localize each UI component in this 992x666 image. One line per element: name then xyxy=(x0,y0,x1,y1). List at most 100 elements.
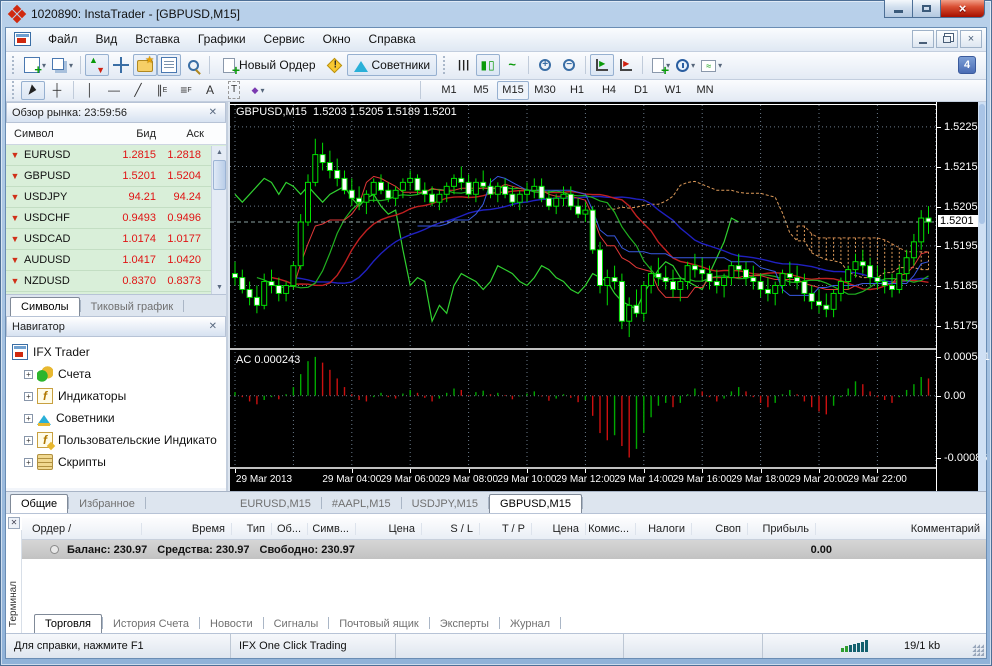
templates-button[interactable]: ≈ ▾ xyxy=(698,54,725,76)
mdi-minimize-button[interactable] xyxy=(912,30,934,48)
market-watch-scrollbar[interactable]: ▲ ▼ xyxy=(211,146,226,295)
menu-view[interactable]: Вид xyxy=(87,29,127,49)
column-ask[interactable]: Аск xyxy=(156,128,208,140)
market-watch-tab[interactable]: Символы xyxy=(10,297,80,317)
expand-icon[interactable]: + xyxy=(24,457,33,467)
market-watch-row[interactable]: ▼ EURUSD 1.2815 1.2818 xyxy=(6,145,226,167)
chart-tab[interactable]: GBPUSD,M15 xyxy=(489,494,582,514)
chart-shift-toggle[interactable]: ▶ xyxy=(614,54,638,76)
notifications-badge[interactable]: 4 xyxy=(958,55,976,74)
timeframe-m5[interactable]: M5 xyxy=(465,81,497,100)
trendline-tool[interactable]: ╱ xyxy=(126,81,150,100)
zoom-in-button[interactable]: + xyxy=(533,54,557,76)
profiles-button[interactable]: ▾ xyxy=(49,54,76,76)
one-click-trading-label[interactable]: IFX One Click Trading xyxy=(231,634,396,658)
restore-button[interactable] xyxy=(912,0,941,18)
tree-root[interactable]: IFX Trader xyxy=(12,341,226,363)
auto-scroll-toggle[interactable]: ▶ xyxy=(590,54,615,77)
terminal-tab[interactable]: Журнал xyxy=(500,615,560,633)
minimize-button[interactable] xyxy=(884,0,913,18)
timeframe-m1[interactable]: M1 xyxy=(433,81,465,100)
crosshair-tool[interactable]: ┼ xyxy=(45,81,69,100)
text-label-tool[interactable]: T xyxy=(222,81,246,100)
tree-item[interactable]: + f Индикаторы xyxy=(12,385,226,407)
cursor-tool[interactable] xyxy=(21,80,45,100)
tree-item[interactable]: + Советники xyxy=(12,407,226,429)
expand-icon[interactable]: + xyxy=(24,435,33,445)
timeframe-h1[interactable]: H1 xyxy=(561,81,593,100)
chart-tab[interactable]: #AAPL,M15 xyxy=(322,495,401,513)
chart-tab[interactable]: USDJPY,M15 xyxy=(402,495,488,513)
market-watch-toggle[interactable] xyxy=(85,54,110,77)
chart-scrollbar[interactable] xyxy=(978,102,986,492)
column-symbol[interactable]: Символ xyxy=(6,128,98,140)
terminal-column-header[interactable]: Своп xyxy=(692,522,748,535)
data-window-toggle[interactable] xyxy=(109,54,133,76)
zoom-out-button[interactable]: − xyxy=(557,54,581,76)
terminal-tab[interactable]: Торговля xyxy=(34,614,102,634)
chart-plot[interactable]: GBPUSD,M15 1.5203 1.5205 1.5189 1.5201 A… xyxy=(230,102,937,491)
terminal-column-header[interactable]: Время xyxy=(142,522,232,535)
timeframe-w1[interactable]: W1 xyxy=(657,81,689,100)
tree-item[interactable]: + f Пользовательские Индикато xyxy=(12,429,226,451)
indicators-button[interactable]: ▾ xyxy=(647,54,673,78)
terminal-column-header[interactable]: Цена xyxy=(532,522,586,535)
expand-icon[interactable]: + xyxy=(24,391,33,401)
timeframe-d1[interactable]: D1 xyxy=(625,81,657,100)
market-watch-row[interactable]: ▼EURJPY120.75120.79 xyxy=(6,292,226,294)
terminal-column-header[interactable]: Налоги xyxy=(636,522,692,535)
timeframe-h4[interactable]: H4 xyxy=(593,81,625,100)
terminal-column-header[interactable]: Об... xyxy=(272,522,308,535)
market-watch-row[interactable]: ▼ USDJPY 94.21 94.24 xyxy=(6,187,226,209)
expand-icon[interactable]: + xyxy=(24,369,33,379)
market-watch-row[interactable]: ▼ USDCHF 0.9493 0.9496 xyxy=(6,208,226,230)
toolbar-grip[interactable] xyxy=(443,56,448,75)
scroll-down-icon[interactable]: ▼ xyxy=(213,281,226,294)
timeframe-m15[interactable]: M15 xyxy=(497,80,529,100)
vertical-line-tool[interactable]: │ xyxy=(78,81,102,100)
close-icon[interactable]: ✕ xyxy=(206,107,220,118)
bar-chart-button[interactable]: ||| xyxy=(452,54,476,76)
equidistant-channel-tool[interactable]: ∥ E xyxy=(150,81,174,100)
menu-charts[interactable]: Графики xyxy=(189,29,255,49)
title-bar[interactable]: 1020890: InstaTrader - [GBPUSD,M15] × xyxy=(5,0,987,27)
arrows-tool[interactable]: ◆ ▾ xyxy=(246,81,270,100)
market-watch-row[interactable]: ▼ GBPUSD 1.5201 1.5204 xyxy=(6,166,226,188)
alert-button[interactable] xyxy=(323,54,347,76)
candlestick-chart-button[interactable]: ▮▯ xyxy=(476,54,501,77)
balance-row[interactable]: Баланс: 230.97 Средства: 230.97 Свободно… xyxy=(22,540,986,560)
line-chart-button[interactable]: ~ xyxy=(500,54,524,76)
resize-grip[interactable] xyxy=(972,644,984,656)
terminal-close-icon[interactable]: ✕ xyxy=(8,517,20,530)
toolbar-grip[interactable] xyxy=(12,56,17,75)
column-bid[interactable]: Бид xyxy=(98,128,156,140)
terminal-column-header[interactable]: Ордер / xyxy=(22,522,142,535)
close-button[interactable]: × xyxy=(940,0,985,18)
tree-item[interactable]: + Скрипты xyxy=(12,451,226,473)
toolbar-grip[interactable] xyxy=(12,81,17,100)
expert-advisors-button[interactable]: Советники xyxy=(346,54,438,77)
horizontal-line-tool[interactable]: — xyxy=(102,81,126,100)
new-order-button[interactable]: Новый Ордер xyxy=(214,54,322,78)
strategy-tester-button[interactable] xyxy=(181,54,205,76)
chart-area[interactable]: GBPUSD,M15 1.5203 1.5205 1.5189 1.5201 A… xyxy=(230,102,990,492)
menu-service[interactable]: Сервис xyxy=(255,29,314,49)
close-icon[interactable]: ✕ xyxy=(206,321,220,332)
terminal-column-header[interactable]: Комис... xyxy=(586,522,636,535)
menu-insert[interactable]: Вставка xyxy=(126,29,189,49)
terminal-tab[interactable]: Эксперты xyxy=(430,615,499,633)
new-chart-button[interactable]: ▾ xyxy=(21,54,49,77)
tree-item[interactable]: + Счета xyxy=(12,363,226,385)
terminal-column-header[interactable]: Комментарий xyxy=(816,523,986,535)
market-watch-row[interactable]: ▼ NZDUSD 0.8370 0.8373 xyxy=(6,271,226,293)
terminal-column-header[interactable]: S / L xyxy=(422,522,480,535)
terminal-column-header[interactable]: Цена xyxy=(356,522,422,535)
terminal-column-header[interactable]: Тип xyxy=(232,522,272,535)
terminal-tab[interactable]: Новости xyxy=(200,615,263,633)
text-tool[interactable]: A xyxy=(198,81,222,100)
menu-help[interactable]: Справка xyxy=(360,29,425,49)
timeframe-mn[interactable]: MN xyxy=(689,81,721,100)
terminal-toggle[interactable] xyxy=(157,54,182,77)
scroll-thumb[interactable] xyxy=(213,160,226,191)
market-watch-row[interactable]: ▼ AUDUSD 1.0417 1.0420 xyxy=(6,250,226,272)
